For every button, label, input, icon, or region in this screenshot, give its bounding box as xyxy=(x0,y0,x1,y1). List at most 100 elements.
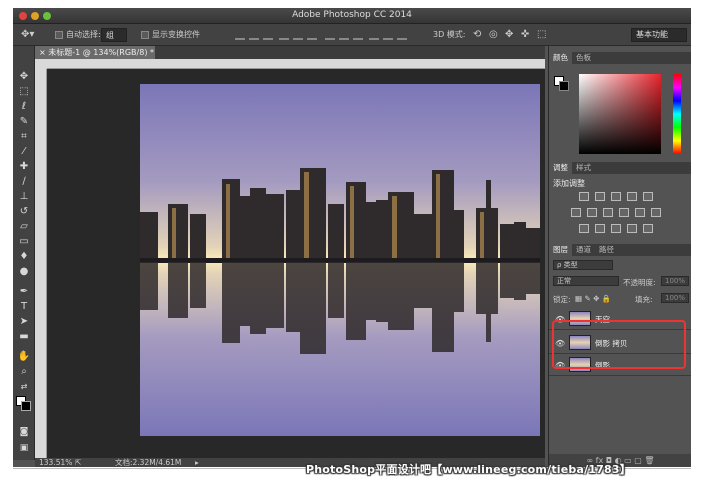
lasso-tool-icon[interactable]: ℓ xyxy=(17,101,31,113)
brush-tool-icon[interactable]: ∕ xyxy=(17,176,31,188)
selective-color-icon[interactable] xyxy=(627,224,637,233)
pen-tool-icon[interactable]: ✒ xyxy=(17,286,31,298)
document-tab[interactable]: × 未标题-1 @ 134%(RGB/8) * xyxy=(35,46,155,59)
checkbox-icon xyxy=(141,30,149,39)
shape-tool-icon[interactable]: ▬ xyxy=(17,331,31,343)
align-right-icon[interactable] xyxy=(307,30,317,40)
zoom-level[interactable]: 133.51% xyxy=(39,458,72,467)
tab-channels[interactable]: 通道 xyxy=(572,244,595,256)
close-icon[interactable]: × xyxy=(39,48,48,57)
clone-stamp-tool-icon[interactable]: ⊥ xyxy=(17,191,31,203)
align-bottom-icon[interactable] xyxy=(263,30,273,40)
layer-filter-dropdown[interactable]: ρ 类型 xyxy=(553,260,613,270)
distribute-vcenter-icon[interactable] xyxy=(339,30,349,40)
swap-colors-icon[interactable]: ⇄ xyxy=(17,381,31,393)
new-layer-icon[interactable]: ▢ xyxy=(634,456,642,465)
tab-styles[interactable]: 样式 xyxy=(572,162,595,174)
quick-select-tool-icon[interactable]: ✎ xyxy=(17,116,31,128)
vertical-ruler[interactable] xyxy=(35,69,47,458)
dodge-tool-icon[interactable]: ● xyxy=(17,266,31,278)
fill-label: 填充: xyxy=(635,295,653,304)
distribute-hcenter-icon[interactable] xyxy=(383,30,393,40)
blur-tool-icon[interactable]: ♦ xyxy=(17,251,31,263)
3d-rotate-icon[interactable]: ⟲ xyxy=(473,28,481,42)
align-top-icon[interactable] xyxy=(235,30,245,40)
window-title: Adobe Photoshop CC 2014 xyxy=(292,10,412,20)
tab-paths[interactable]: 路径 xyxy=(595,244,618,256)
adjustments-panel-tabs: 调整 样式 xyxy=(549,162,691,174)
photo-filter-icon[interactable] xyxy=(619,208,629,217)
screen-mode-icon[interactable]: ▣ xyxy=(17,442,31,454)
gradient-tool-icon[interactable]: ▭ xyxy=(17,236,31,248)
3d-scale-icon[interactable]: ⬚ xyxy=(537,28,546,42)
marquee-tool-icon[interactable]: ⬚ xyxy=(17,86,31,98)
document-tab-title: 未标题-1 @ 134%(RGB/8) * xyxy=(48,48,154,57)
quick-mask-icon[interactable]: ◙ xyxy=(17,426,31,438)
healing-brush-tool-icon[interactable]: ✚ xyxy=(17,161,31,173)
move-tool-preset-icon[interactable]: ✥▾ xyxy=(21,28,34,42)
canvas-area[interactable] xyxy=(47,69,545,458)
vibrance-icon[interactable] xyxy=(643,192,653,201)
eraser-tool-icon[interactable]: ▱ xyxy=(17,221,31,233)
3d-slide-icon[interactable]: ✜ xyxy=(521,28,529,42)
fill-input[interactable]: 100% xyxy=(661,293,689,303)
invert-icon[interactable] xyxy=(579,224,589,233)
options-bar: ✥▾ 自动选择: 组 显示变换控件 3D 模式: ⟲ ◎ ✥ ✜ ⬚ 基本功能 xyxy=(13,24,691,46)
distribute-bottom-icon[interactable] xyxy=(353,30,363,40)
tab-swatches[interactable]: 色板 xyxy=(572,52,595,64)
align-left-icon[interactable] xyxy=(279,30,289,40)
channel-mixer-icon[interactable] xyxy=(635,208,645,217)
3d-pan-icon[interactable]: ✥ xyxy=(505,28,513,42)
tab-layers[interactable]: 图层 xyxy=(549,244,572,256)
black-white-icon[interactable] xyxy=(603,208,613,217)
eyedropper-tool-icon[interactable]: ⁄ xyxy=(17,146,31,158)
color-balance-icon[interactable] xyxy=(587,208,597,217)
levels-icon[interactable] xyxy=(595,192,605,201)
panel-background-swatch[interactable] xyxy=(559,81,569,91)
opacity-input[interactable]: 100% xyxy=(661,276,689,286)
exposure-icon[interactable] xyxy=(627,192,637,201)
align-hcenter-icon[interactable] xyxy=(293,30,303,40)
color-panel-tabs: 颜色 色板 xyxy=(549,52,691,64)
threshold-icon[interactable] xyxy=(611,224,621,233)
lock-label: 锁定: xyxy=(553,295,571,304)
show-transform-label: 显示变换控件 xyxy=(152,30,200,39)
3d-roll-icon[interactable]: ◎ xyxy=(489,28,498,42)
city-reflection-image[interactable] xyxy=(140,84,540,436)
brightness-contrast-icon[interactable] xyxy=(579,192,589,201)
blend-mode-dropdown[interactable]: 正常 xyxy=(553,276,619,286)
auto-select-dropdown[interactable]: 组 xyxy=(101,28,127,42)
crop-tool-icon[interactable]: ⌗ xyxy=(17,131,31,143)
color-picker-field[interactable] xyxy=(579,74,661,154)
hue-slider[interactable] xyxy=(673,74,681,154)
document-size: 文档:2.32M/4.61M xyxy=(115,458,182,467)
delete-layer-icon[interactable]: 🗑 xyxy=(644,456,654,465)
distribute-left-icon[interactable] xyxy=(369,30,379,40)
type-tool-icon[interactable]: T xyxy=(17,301,31,313)
horizontal-ruler[interactable] xyxy=(47,59,545,69)
move-tool-icon[interactable]: ✥ xyxy=(17,71,31,83)
tab-color[interactable]: 颜色 xyxy=(549,52,572,64)
align-vcenter-icon[interactable] xyxy=(249,30,259,40)
path-selection-tool-icon[interactable]: ➤ xyxy=(17,316,31,328)
curves-icon[interactable] xyxy=(611,192,621,201)
background-color-swatch[interactable] xyxy=(21,401,31,411)
color-lookup-icon[interactable] xyxy=(651,208,661,217)
title-bar: Adobe Photoshop CC 2014 xyxy=(13,8,691,24)
status-menu-icon[interactable]: ▸ xyxy=(195,458,199,467)
distribute-right-icon[interactable] xyxy=(397,30,407,40)
hand-tool-icon[interactable]: ✋ xyxy=(17,351,31,363)
export-icon[interactable]: ⇱ xyxy=(75,458,81,467)
posterize-icon[interactable] xyxy=(595,224,605,233)
distribute-top-icon[interactable] xyxy=(325,30,335,40)
lock-icons[interactable]: ▦ ✎ ✥ 🔒 xyxy=(575,294,611,303)
gradient-map-icon[interactable] xyxy=(643,224,653,233)
history-brush-tool-icon[interactable]: ↺ xyxy=(17,206,31,218)
show-transform-checkbox[interactable]: 显示变换控件 xyxy=(141,28,200,42)
auto-select-checkbox[interactable]: 自动选择: xyxy=(55,28,101,42)
zoom-tool-icon[interactable]: ⌕ xyxy=(17,366,31,378)
ruler-corner[interactable] xyxy=(35,59,47,69)
hue-saturation-icon[interactable] xyxy=(571,208,581,217)
tab-adjustments[interactable]: 调整 xyxy=(549,162,572,174)
workspace-dropdown[interactable]: 基本功能 xyxy=(631,28,687,42)
